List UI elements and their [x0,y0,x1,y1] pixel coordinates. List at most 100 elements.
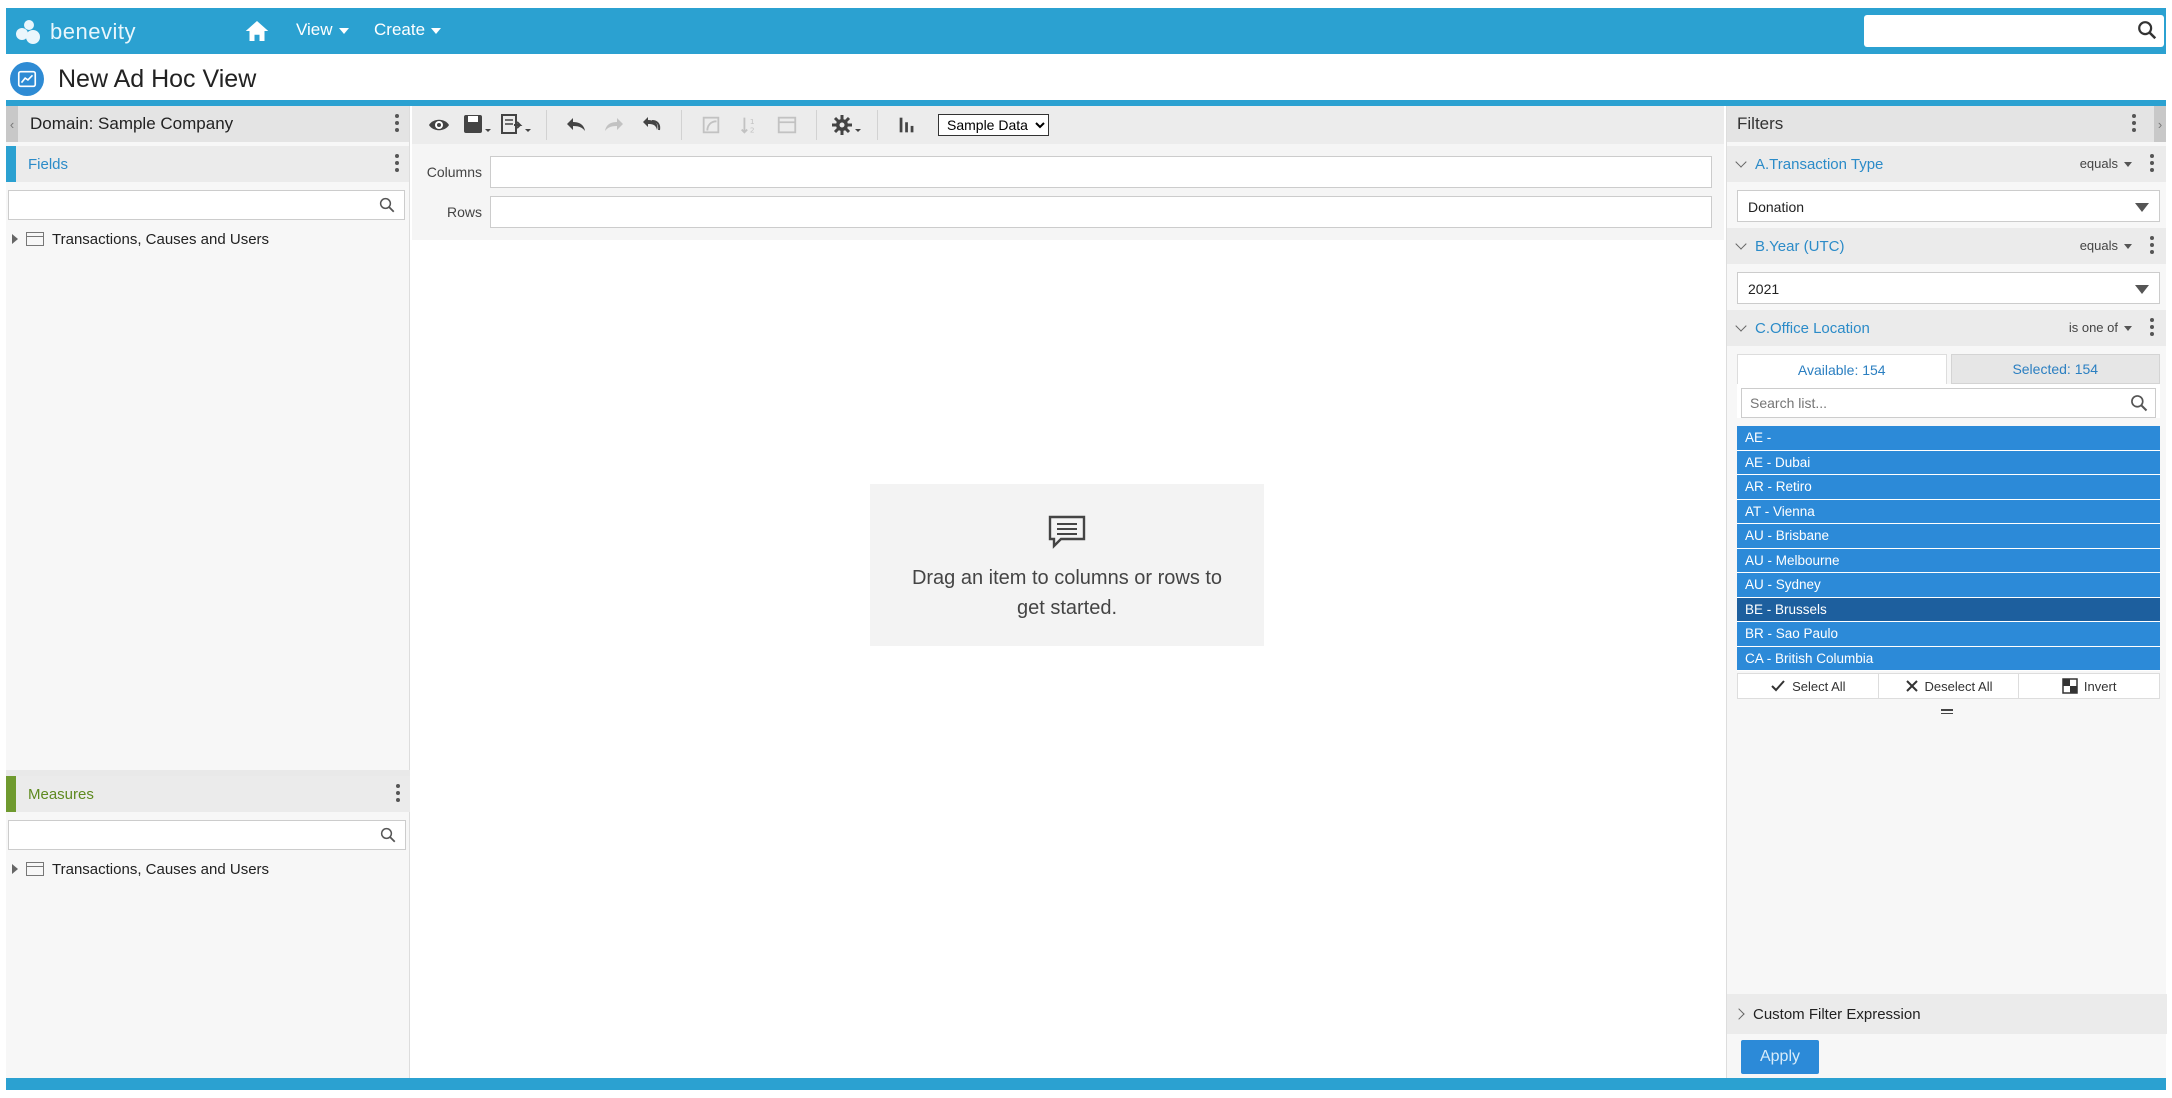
ad-hoc-view-icon [10,62,44,96]
columns-label: Columns [426,164,482,180]
deselect-all-button[interactable]: Deselect All [1879,674,2020,698]
columns-drop-zone[interactable] [490,156,1712,188]
apply-button[interactable]: Apply [1741,1040,1819,1074]
filter-value: Donation [1748,199,1805,215]
chevron-down-icon[interactable] [1735,320,1747,332]
export-icon[interactable] [500,110,532,140]
table-icon [26,862,44,876]
fields-tree-item[interactable]: Transactions, Causes and Users [6,226,409,252]
chevron-down-icon[interactable] [1735,156,1747,168]
domain-menu-icon[interactable] [395,114,399,132]
rows-drop-zone[interactable] [490,196,1712,228]
filter-year-header[interactable]: B.Year (UTC) equals [1727,228,2166,264]
list-search [1741,388,2156,418]
filters-menu-icon[interactable] [2132,114,2136,132]
sort-icon[interactable]: 12 [734,110,764,140]
list-resize-handle[interactable] [1940,709,1953,714]
global-search-input[interactable] [1864,15,2114,45]
fields-menu-icon[interactable] [395,154,399,172]
data-source-panel: ‹ Domain: Sample Company Fields Transact… [6,106,410,1078]
tab-selected[interactable]: Selected: 154 [1950,354,2160,384]
chevron-down-icon [2124,244,2132,250]
list-item[interactable]: BE - Brussels [1737,597,2160,622]
search-icon[interactable] [2129,393,2149,418]
benevity-logo[interactable]: benevity [14,16,136,48]
measures-menu-icon[interactable] [396,784,400,802]
collapse-right-panel-icon[interactable]: › [2154,106,2166,142]
tab-available[interactable]: Available: 154 [1737,354,1947,384]
list-item[interactable]: AU - Sydney [1737,573,2160,598]
chart-icon[interactable] [892,110,922,140]
toolbar-divider [681,110,682,140]
select-all-button[interactable]: Select All [1738,674,1879,698]
list-item[interactable]: AE - Dubai [1737,450,2160,475]
data-size-select[interactable]: Sample Data [938,114,1049,136]
invert-button[interactable]: Invert [2019,674,2159,698]
filter-operator[interactable]: is one of [2069,320,2132,335]
measures-accent-bar [6,776,16,812]
home-icon[interactable] [242,16,272,46]
view-toolbar: 12 Sample Data [412,106,1724,144]
dropdown-arrow-icon [2135,285,2149,294]
fields-search-input[interactable] [9,191,349,219]
measures-tree-item[interactable]: Transactions, Causes and Users [6,856,410,882]
undo-icon[interactable] [561,110,591,140]
save-icon[interactable] [462,110,492,140]
filter-operator[interactable]: equals [2080,238,2132,253]
operator-label: equals [2079,156,2118,171]
filters-title: Filters [1737,114,1784,133]
filter-menu-icon[interactable] [2150,154,2154,172]
chevron-down-icon [431,27,442,34]
view-menu[interactable]: View [296,20,349,40]
global-search [1864,15,2164,47]
list-item[interactable]: AU - Brisbane [1737,524,2160,549]
filters-panel: Filters › A.Transaction Type equals Dona… [1726,106,2167,1078]
create-menu[interactable]: Create [374,20,442,40]
operator-label: equals [2079,238,2118,253]
search-icon[interactable] [2136,19,2158,46]
filter-year-select[interactable]: 2021 [1737,272,2160,304]
list-item[interactable]: AT - Vienna [1737,499,2160,524]
list-item[interactable]: CA - British Columbia [1737,646,2160,671]
filter-transaction-type-header[interactable]: A.Transaction Type equals [1727,146,2166,182]
office-location-list: AE - AE - Dubai AR - Retiro AT - Vienna … [1737,426,2160,671]
list-actions: Select All Deselect All Invert [1737,673,2160,699]
top-nav-bar: benevity View Create [6,8,2166,54]
measures-search-input[interactable] [9,821,349,849]
filter-menu-icon[interactable] [2150,318,2154,336]
search-icon[interactable] [379,826,397,849]
list-search-input[interactable] [1742,389,2102,417]
collapse-left-panel-icon[interactable]: ‹ [6,106,18,142]
filter-name: A.Transaction Type [1755,155,1884,173]
undo-all-icon[interactable] [637,110,667,140]
expand-arrow-icon[interactable] [12,864,18,874]
rows-label: Rows [446,204,482,220]
list-item[interactable]: AE - [1737,426,2160,451]
list-tabs: Available: 154 Selected: 154 [1737,354,2160,384]
switch-axes-icon[interactable] [696,110,726,140]
expand-arrow-icon[interactable] [12,234,18,244]
table-layout-icon[interactable] [772,110,802,140]
filter-menu-icon[interactable] [2150,236,2154,254]
custom-filter-label: Custom Filter Expression [1753,1005,1921,1023]
filter-name: C.Office Location [1755,319,1870,337]
custom-filter-expression[interactable]: Custom Filter Expression [1727,994,2167,1034]
eye-icon[interactable] [424,110,454,140]
list-item[interactable]: AU - Melbourne [1737,548,2160,573]
empty-state: Drag an item to columns or rows to get s… [870,484,1264,646]
measures-header: Measures [6,776,410,812]
list-item[interactable]: AR - Retiro [1737,475,2160,500]
redo-icon[interactable] [599,110,629,140]
filters-header: Filters › [1727,106,2166,142]
filter-transaction-type-select[interactable]: Donation [1737,190,2160,222]
measures-section: Measures Transactions, Causes and Users [6,776,410,882]
search-icon[interactable] [378,196,396,219]
list-item[interactable]: BR - Sao Paulo [1737,622,2160,647]
gear-icon[interactable] [831,110,863,140]
view-menu-label: View [296,20,333,39]
filter-operator[interactable]: equals [2080,156,2132,171]
chevron-right-icon[interactable] [1733,1008,1745,1020]
filter-office-location-header[interactable]: C.Office Location is one of [1727,310,2166,346]
page-title: New Ad Hoc View [58,64,257,93]
chevron-down-icon[interactable] [1735,238,1747,250]
